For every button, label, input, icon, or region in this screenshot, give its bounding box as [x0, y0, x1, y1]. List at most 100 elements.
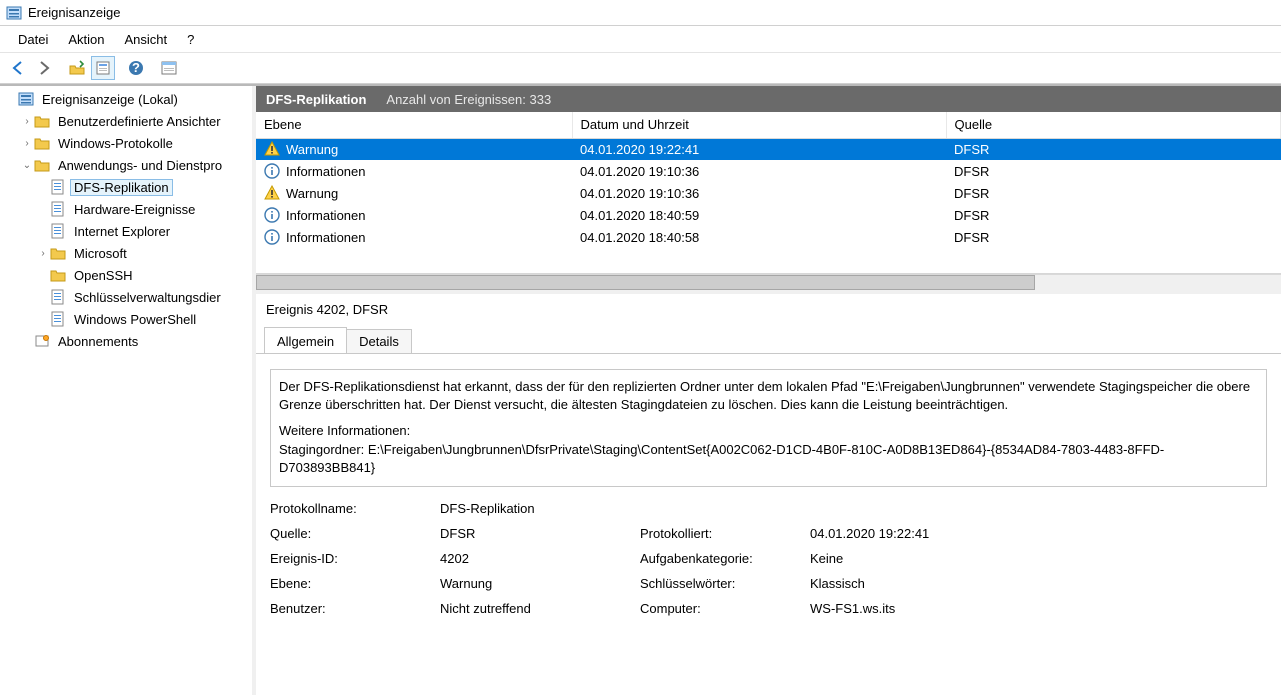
detail-pane: Ereignis 4202, DFSR Allgemein Details De… — [256, 290, 1281, 695]
tree-dfs-replication[interactable]: ▸DFS-Replikation — [34, 176, 250, 198]
tree-subscriptions[interactable]: ▸ Abonnements — [18, 330, 250, 352]
nav-tree[interactable]: ▸ Ereignisanzeige (Lokal) › Benutzerdefi… — [0, 86, 252, 354]
value-event-id: 4202 — [440, 551, 630, 566]
col-level[interactable]: Ebene — [256, 112, 572, 138]
event-list[interactable]: Ebene Datum und Uhrzeit Quelle Warnung 04… — [256, 112, 1281, 274]
table-row[interactable]: Informationen 04.01.2020 18:40:59DFSR — [256, 204, 1281, 226]
value-logged: 04.01.2020 19:22:41 — [810, 526, 1267, 541]
log-icon — [50, 223, 66, 239]
label-task-category: Aufgabenkategorie: — [640, 551, 800, 566]
level-text: Informationen — [286, 164, 366, 179]
event-count: Anzahl von Ereignissen: 333 — [386, 92, 551, 107]
menu-bar: Datei Aktion Ansicht ? — [0, 26, 1281, 52]
table-row[interactable]: Informationen 04.01.2020 18:40:58DFSR — [256, 226, 1281, 248]
log-icon — [50, 179, 66, 195]
folder-icon — [34, 157, 50, 173]
level-text: Informationen — [286, 208, 366, 223]
label-event-id: Ereignis-ID: — [270, 551, 430, 566]
log-icon — [50, 201, 66, 217]
eventviewer-icon — [18, 91, 34, 107]
title-bar: Ereignisanzeige — [0, 0, 1281, 26]
level-text: Informationen — [286, 230, 366, 245]
datetime-cell: 04.01.2020 19:10:36 — [572, 182, 946, 204]
log-icon — [50, 289, 66, 305]
tree-microsoft[interactable]: ›Microsoft — [34, 242, 250, 264]
datetime-cell: 04.01.2020 19:10:36 — [572, 160, 946, 182]
folder-icon — [50, 245, 66, 261]
level-text: Warnung — [286, 186, 338, 201]
level-text: Warnung — [286, 142, 338, 157]
source-cell: DFSR — [946, 226, 1281, 248]
tree-root[interactable]: ▸ Ereignisanzeige (Lokal) — [2, 88, 250, 110]
app-icon — [6, 5, 22, 21]
tree-powershell[interactable]: ▸Windows PowerShell — [34, 308, 250, 330]
col-datetime[interactable]: Datum und Uhrzeit — [572, 112, 946, 138]
label-source: Quelle: — [270, 526, 430, 541]
content-pane: DFS-Replikation Anzahl von Ereignissen: … — [256, 86, 1281, 695]
value-log-name: DFS-Replikation — [440, 501, 630, 516]
menu-file[interactable]: Datei — [8, 29, 58, 50]
label-logged: Protokolliert: — [640, 526, 800, 541]
source-cell: DFSR — [946, 160, 1281, 182]
label-computer: Computer: — [640, 601, 800, 616]
source-cell: DFSR — [946, 204, 1281, 226]
datetime-cell: 04.01.2020 18:40:58 — [572, 226, 946, 248]
tree-app-service-logs[interactable]: ⌄ Anwendungs- und Dienstpro — [18, 154, 250, 176]
col-source[interactable]: Quelle — [946, 112, 1281, 138]
folder-icon — [34, 135, 50, 151]
tree-custom-views[interactable]: › Benutzerdefinierte Ansichter — [18, 110, 250, 132]
folder-icon — [50, 267, 66, 283]
datetime-cell: 04.01.2020 19:22:41 — [572, 138, 946, 160]
table-row[interactable]: Informationen 04.01.2020 19:10:36DFSR — [256, 160, 1281, 182]
up-button[interactable] — [65, 56, 89, 80]
label-keywords: Schlüsselwörter: — [640, 576, 800, 591]
window-title: Ereignisanzeige — [28, 5, 121, 20]
tree-windows-logs[interactable]: › Windows-Protokolle — [18, 132, 250, 154]
event-message[interactable]: Der DFS-Replikationsdienst hat erkannt, … — [270, 369, 1267, 487]
value-user: Nicht zutreffend — [440, 601, 630, 616]
log-icon — [50, 311, 66, 327]
expand-icon[interactable]: › — [36, 246, 50, 260]
collapse-icon[interactable]: ⌄ — [20, 158, 34, 172]
expand-icon[interactable]: › — [20, 114, 34, 128]
back-button[interactable] — [6, 56, 30, 80]
tab-details[interactable]: Details — [346, 329, 412, 353]
event-properties: Protokollname: DFS-Replikation Quelle: D… — [270, 501, 1267, 616]
horizontal-scrollbar[interactable] — [256, 274, 1281, 290]
forward-button[interactable] — [32, 56, 56, 80]
info-icon — [264, 163, 280, 179]
tree-internet-explorer[interactable]: ▸Internet Explorer — [34, 220, 250, 242]
value-level: Warnung — [440, 576, 630, 591]
source-cell: DFSR — [946, 138, 1281, 160]
datetime-cell: 04.01.2020 18:40:59 — [572, 204, 946, 226]
subscriptions-icon — [34, 333, 50, 349]
tree-openssh[interactable]: ▸OpenSSH — [34, 264, 250, 286]
value-task-category: Keine — [810, 551, 1267, 566]
content-header: DFS-Replikation Anzahl von Ereignissen: … — [256, 86, 1281, 112]
tab-body-general: Der DFS-Replikationsdienst hat erkannt, … — [256, 353, 1281, 695]
properties-button[interactable] — [91, 56, 115, 80]
detail-tabs: Allgemein Details — [256, 326, 1281, 354]
info-icon — [264, 207, 280, 223]
help-button[interactable] — [124, 56, 148, 80]
source-cell: DFSR — [946, 182, 1281, 204]
table-row[interactable]: Warnung 04.01.2020 19:22:41DFSR — [256, 138, 1281, 160]
menu-action[interactable]: Aktion — [58, 29, 114, 50]
toolbar — [0, 52, 1281, 84]
content-title: DFS-Replikation — [266, 92, 366, 107]
warning-icon — [264, 141, 280, 157]
table-row[interactable]: Warnung 04.01.2020 19:10:36DFSR — [256, 182, 1281, 204]
label-log-name: Protokollname: — [270, 501, 430, 516]
preview-pane-button[interactable] — [157, 56, 181, 80]
label-level: Ebene: — [270, 576, 430, 591]
value-keywords: Klassisch — [810, 576, 1267, 591]
menu-help[interactable]: ? — [177, 29, 204, 50]
label-user: Benutzer: — [270, 601, 430, 616]
warning-icon — [264, 185, 280, 201]
tree-hardware-events[interactable]: ▸Hardware-Ereignisse — [34, 198, 250, 220]
menu-view[interactable]: Ansicht — [115, 29, 178, 50]
tab-general[interactable]: Allgemein — [264, 327, 347, 353]
expand-icon[interactable]: › — [20, 136, 34, 150]
tree-kms[interactable]: ▸Schlüsselverwaltungsdier — [34, 286, 250, 308]
value-computer: WS-FS1.ws.its — [810, 601, 1267, 616]
